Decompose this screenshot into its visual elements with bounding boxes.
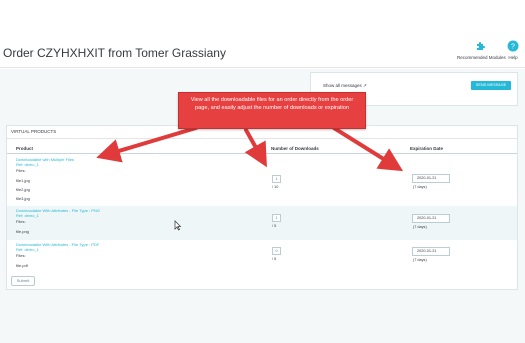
help-icon: ? <box>507 40 519 52</box>
file-name: file.pdf <box>16 263 28 268</box>
product-ref: Ref: demo_1 <box>16 247 39 252</box>
help-label: Help <box>508 55 518 60</box>
downloads-max: / 5 <box>272 224 277 228</box>
expiration-date-input[interactable]: 2020-01-21 <box>412 174 450 183</box>
external-link-icon: ↗ <box>363 83 367 88</box>
downloads-count-input[interactable]: 0 <box>272 247 281 255</box>
table-row: Downloadable With Attributes - File Type… <box>7 206 517 240</box>
file-name: file3.jpg <box>16 196 30 201</box>
expiration-days: (7 days) <box>413 225 427 229</box>
column-header-downloads: Number of Downloads <box>271 146 319 151</box>
send-message-button[interactable]: SEND MESSAGE <box>471 81 511 90</box>
file-name: file2.jpg <box>16 187 30 192</box>
submit-button[interactable]: Submit <box>11 276 35 286</box>
annotation-callout: View all the downloadable files for an o… <box>178 92 366 129</box>
column-header-expiration: Expiration Date <box>410 146 444 151</box>
expiration-days: (7 days) <box>413 258 427 262</box>
recommended-modules-label: Recommended Modules <box>457 55 506 60</box>
files-label: Files: <box>16 219 26 224</box>
mouse-cursor-icon <box>174 220 182 231</box>
svg-text:?: ? <box>511 44 515 51</box>
help-button[interactable]: ? Help <box>507 40 519 60</box>
expiration-date-input[interactable]: 2020-01-21 <box>412 214 450 223</box>
panel-title: VIRTUAL PRODUCTS <box>11 129 57 134</box>
page-title: Order CZYHXHXIT from Tomer Grassiany <box>3 46 226 60</box>
virtual-products-panel: VIRTUAL PRODUCTS Product Number of Downl… <box>6 125 518 290</box>
expiration-days: (7 days) <box>413 185 427 189</box>
expiration-date-input[interactable]: 2020-01-21 <box>412 247 450 256</box>
page-header: Order CZYHXHXIT from Tomer Grassiany Rec… <box>0 0 525 68</box>
downloads-max: / 5 <box>272 257 277 261</box>
table-row: Downloadable With Attributes - File Type… <box>7 240 517 272</box>
file-name: file1.jpg <box>16 178 30 183</box>
product-ref: Ref: demo_1 <box>16 162 39 167</box>
file-name: file.png <box>16 229 29 234</box>
recommended-modules-button[interactable]: Recommended Modules <box>457 40 506 60</box>
show-all-messages-link[interactable]: Show all messages ↗ <box>323 83 367 89</box>
downloads-count-input[interactable]: 1 <box>272 214 281 222</box>
downloads-count-input[interactable]: 1 <box>272 175 281 183</box>
product-ref: Ref: demo_1 <box>16 213 39 218</box>
table-row: Downloadable with Multiple Files Ref: de… <box>7 154 517 206</box>
divider <box>7 138 517 139</box>
puzzle-icon <box>477 42 486 50</box>
files-label: Files: <box>16 168 26 173</box>
downloads-max: / 10 <box>272 185 279 189</box>
files-label: Files: <box>16 253 26 258</box>
show-all-messages-label: Show all messages <box>323 83 362 88</box>
column-header-product: Product <box>16 146 34 151</box>
